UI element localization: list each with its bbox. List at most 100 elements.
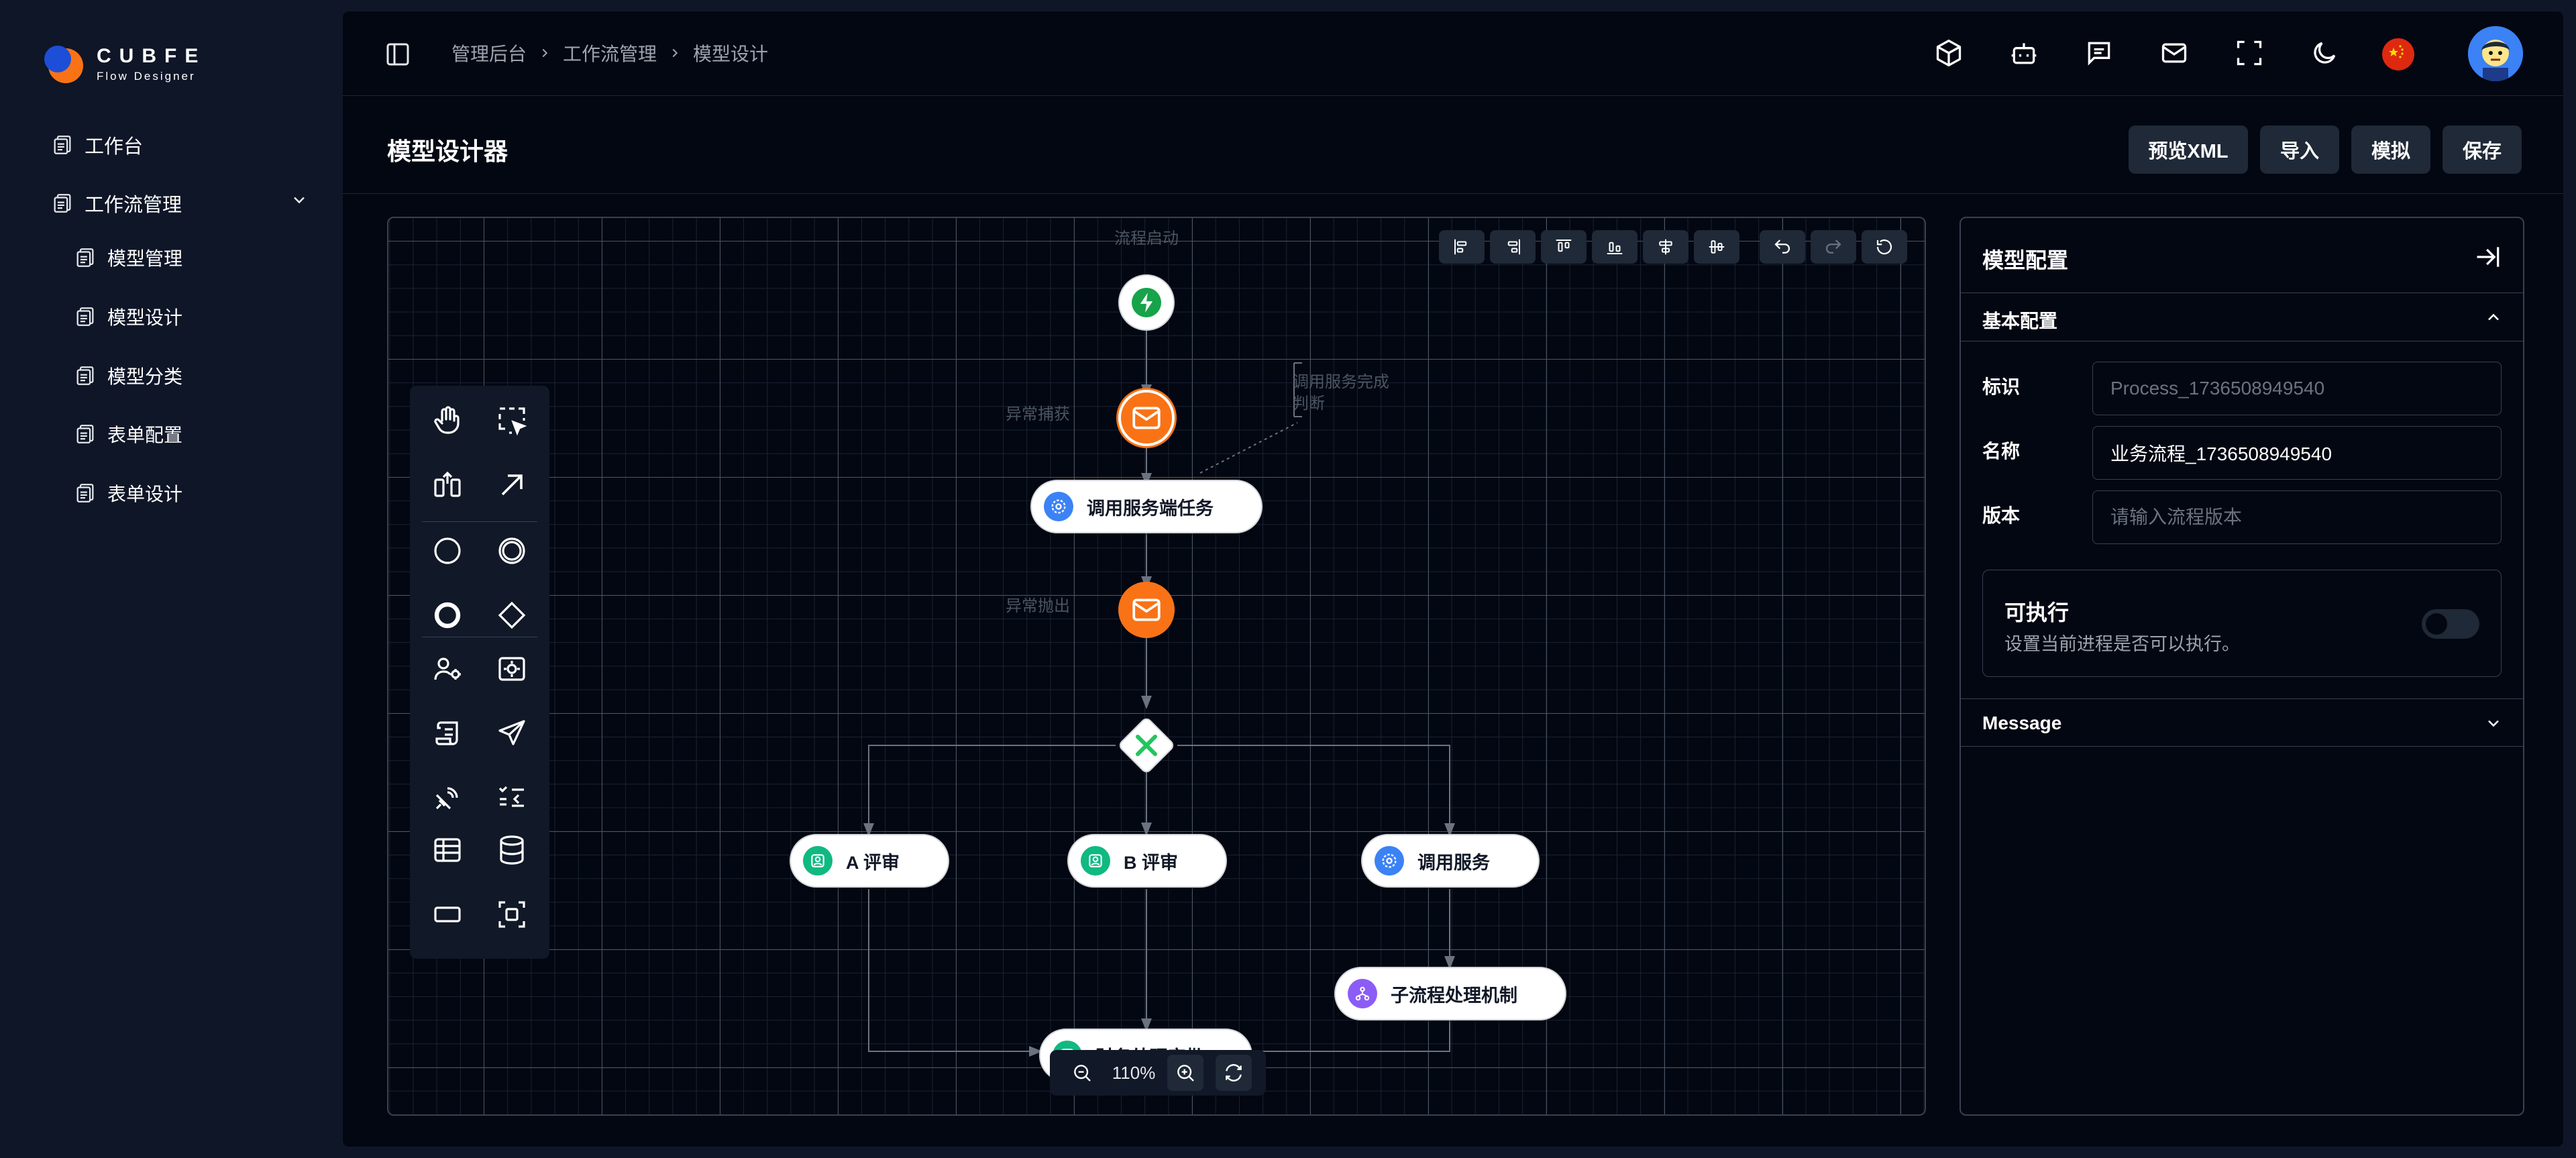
intermediate-event-tool-icon[interactable]: [496, 535, 528, 567]
cube-icon[interactable]: [1934, 38, 1964, 68]
space-tool-icon[interactable]: [431, 469, 464, 501]
user-task-tool-icon[interactable]: [431, 653, 464, 685]
message-catch-event[interactable]: [1118, 390, 1175, 446]
manual-task-tool-icon[interactable]: [496, 782, 528, 814]
redo-button[interactable]: [1811, 230, 1856, 264]
align-bottom-button[interactable]: [1592, 230, 1638, 264]
executable-title: 可执行: [2004, 600, 2070, 625]
align-top-button[interactable]: [1541, 230, 1587, 264]
send-task-tool-icon[interactable]: [496, 717, 528, 749]
sidebar: CUBFE Flow Designer 工作台 工作流管理 模型管理 模型设计 …: [0, 0, 342, 1158]
a-review-node[interactable]: A 评审: [790, 834, 949, 888]
align-middle-button[interactable]: [1694, 230, 1739, 264]
bot-icon[interactable]: [2009, 38, 2039, 68]
logo-title: CUBFE: [97, 44, 207, 67]
id-label: 标识: [1982, 376, 2021, 397]
zoom-out-button[interactable]: [1064, 1055, 1100, 1091]
simulate-button[interactable]: 模拟: [2351, 125, 2430, 174]
panel-header: 模型配置: [1961, 218, 2523, 293]
flow-canvas[interactable]: 流程启动 异常捕获 异常抛出 调用服务完成 判断 调用服务端任务 A 评审 B …: [387, 217, 1926, 1116]
group-tool-icon[interactable]: [496, 898, 528, 931]
moon-icon[interactable]: [2310, 38, 2339, 68]
element-palette: [410, 386, 549, 959]
sidebar-item-workbench[interactable]: 工作台: [51, 125, 143, 165]
document-icon: [76, 425, 94, 443]
end-event-tool-icon[interactable]: [431, 599, 464, 631]
breadcrumb: 管理后台 工作流管理 模型设计: [451, 40, 768, 66]
document-icon: [76, 248, 94, 267]
mail-icon[interactable]: [2159, 38, 2189, 68]
data-store-tool-icon[interactable]: [496, 834, 528, 866]
hand-tool-icon[interactable]: [431, 405, 464, 437]
sidebar-item-workflow[interactable]: 工作流管理: [51, 183, 182, 223]
collapse-panel-icon[interactable]: [2473, 242, 2503, 272]
import-button[interactable]: 导入: [2260, 125, 2339, 174]
breadcrumb-item[interactable]: 管理后台: [451, 40, 527, 66]
sidebar-item-label: 表单配置: [107, 425, 183, 445]
breadcrumb-item[interactable]: 模型设计: [693, 40, 768, 66]
user-avatar[interactable]: [2468, 26, 2523, 81]
align-bottom-icon: [1607, 242, 1623, 254]
palette-divider: [422, 521, 537, 522]
chat-icon[interactable]: [2084, 38, 2114, 68]
basic-config-section-header[interactable]: 基本配置: [1961, 293, 2523, 341]
reset-button[interactable]: [1862, 230, 1907, 264]
receive-task-tool-icon[interactable]: [431, 782, 464, 814]
china-flag-icon[interactable]: [2382, 38, 2414, 70]
connect-arrow-icon[interactable]: [496, 469, 528, 501]
chevron-right-icon: [672, 48, 678, 58]
script-task-tool-icon[interactable]: [431, 717, 464, 749]
b-review-node[interactable]: B 评审: [1067, 834, 1227, 888]
message-throw-event[interactable]: [1118, 582, 1175, 638]
undo-button[interactable]: [1760, 230, 1805, 264]
name-field[interactable]: [2092, 426, 2502, 480]
align-right-button[interactable]: [1490, 230, 1536, 264]
align-center-icon: [1659, 239, 1672, 255]
document-icon: [76, 366, 94, 385]
save-button[interactable]: 保存: [2443, 125, 2522, 174]
version-field[interactable]: [2092, 490, 2502, 544]
sidebar-item-form-config[interactable]: 表单配置: [74, 414, 182, 454]
node-label: 调用服务: [1417, 852, 1490, 873]
sidebar-item-model-manage[interactable]: 模型管理: [74, 238, 182, 278]
user-task-icon: [1081, 846, 1110, 876]
align-left-button[interactable]: [1439, 230, 1485, 264]
fullscreen-icon[interactable]: [2235, 38, 2264, 68]
comment-line-2: 判断: [1293, 394, 1325, 413]
lasso-select-icon[interactable]: [496, 405, 528, 437]
sidebar-item-form-design[interactable]: 表单设计: [74, 473, 182, 513]
lightning-icon: [1132, 288, 1161, 317]
sidebar-item-model-category[interactable]: 模型分类: [74, 356, 182, 396]
message-section-header[interactable]: Message: [1961, 698, 2523, 747]
chevron-down-icon: [2488, 720, 2499, 727]
exclusive-gateway[interactable]: [1116, 715, 1177, 776]
call-service-node[interactable]: 调用服务: [1361, 834, 1540, 888]
chevron-down-icon[interactable]: [290, 191, 309, 209]
sidebar-toggle-icon[interactable]: [384, 41, 411, 68]
undo-icon: [1774, 240, 1790, 254]
start-event[interactable]: [1118, 274, 1175, 331]
preview-xml-button[interactable]: 预览XML: [2129, 125, 2248, 174]
subprocess-node[interactable]: 子流程处理机制: [1334, 967, 1566, 1020]
logo[interactable]: CUBFE Flow Designer: [43, 42, 206, 86]
align-right-icon: [1507, 239, 1520, 255]
align-left-icon: [1454, 239, 1467, 255]
redo-icon: [1825, 240, 1841, 254]
gateway-tool-icon[interactable]: [496, 599, 528, 631]
zoom-level: 110%: [1112, 1062, 1156, 1083]
section-title: 基本配置: [1982, 311, 2058, 331]
start-event-tool-icon[interactable]: [431, 535, 464, 567]
sidebar-item-model-design[interactable]: 模型设计: [74, 297, 182, 337]
zoom-reset-button[interactable]: [1216, 1055, 1252, 1091]
pool-tool-icon[interactable]: [431, 898, 464, 931]
catch-event-label: 异常捕获: [1006, 405, 1070, 423]
data-table-tool-icon[interactable]: [431, 834, 464, 866]
section-title: Message: [1982, 713, 2062, 733]
service-task-tool-icon[interactable]: [496, 653, 528, 685]
breadcrumb-item[interactable]: 工作流管理: [563, 40, 657, 66]
executable-toggle[interactable]: [2422, 609, 2479, 639]
document-icon: [76, 307, 94, 326]
zoom-in-button[interactable]: [1167, 1055, 1204, 1091]
align-center-button[interactable]: [1643, 230, 1688, 264]
service-task-node[interactable]: 调用服务端任务: [1030, 480, 1263, 533]
